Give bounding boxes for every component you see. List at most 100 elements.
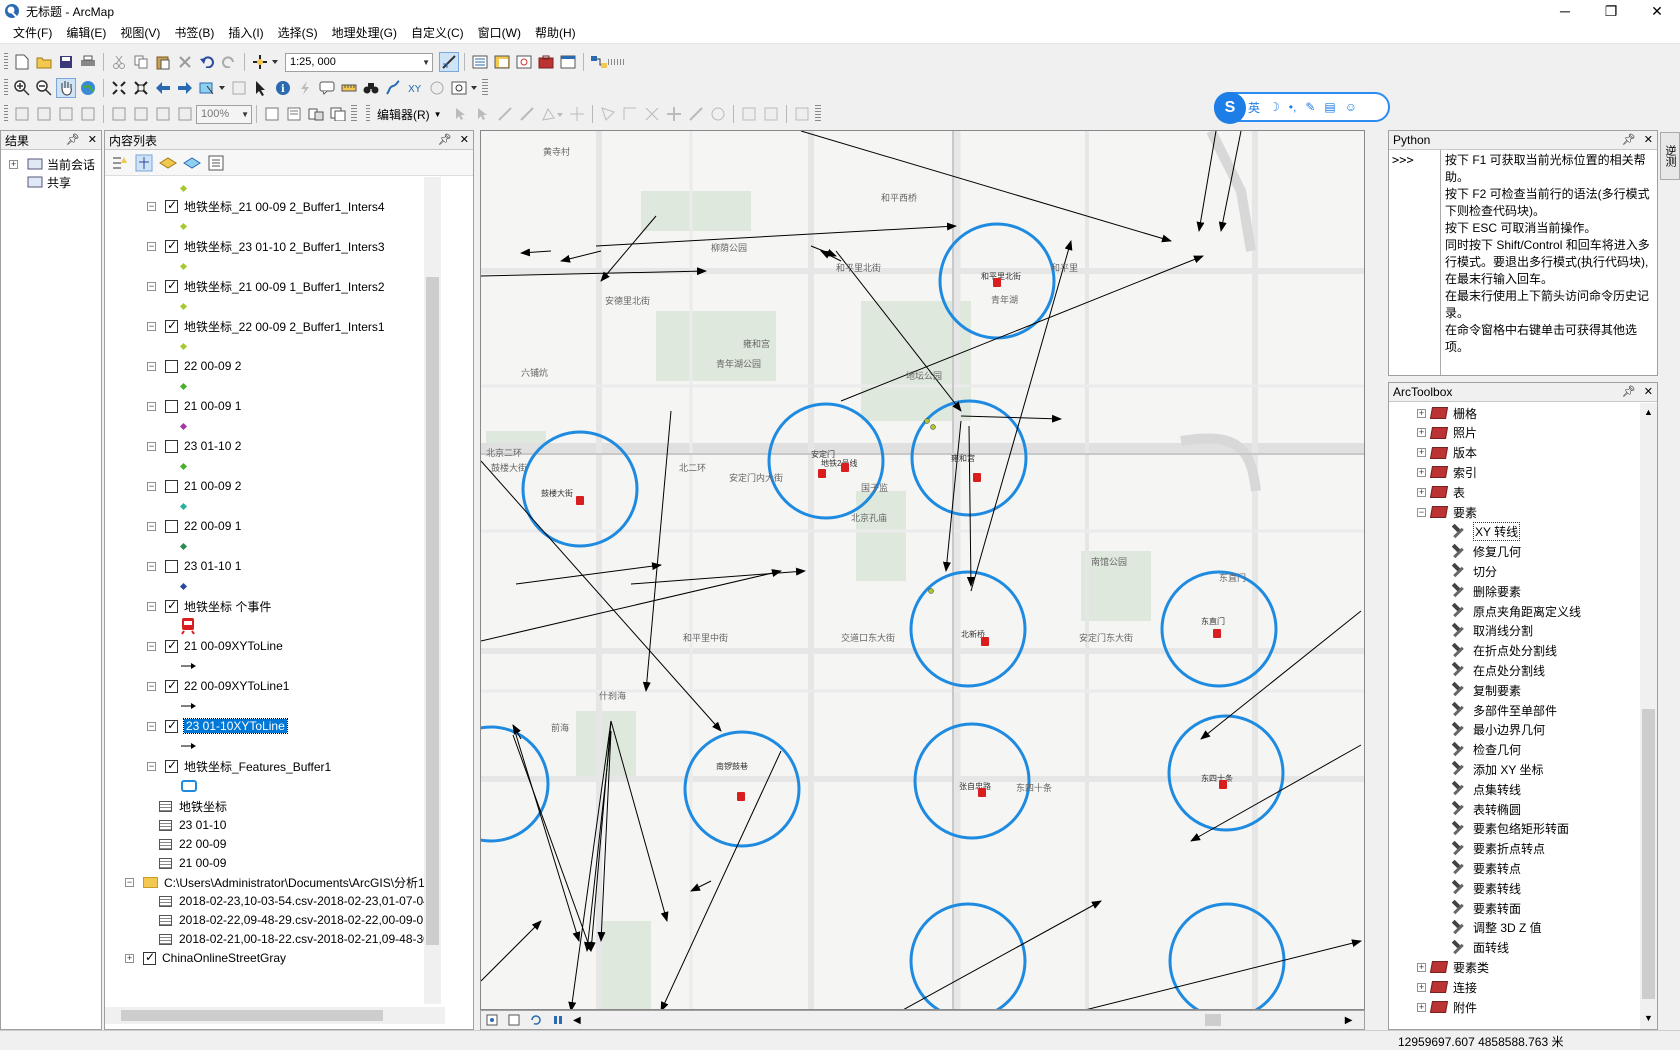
toolbar-overflow-icon-3[interactable] — [351, 105, 357, 123]
subway-station-icon[interactable] — [973, 473, 981, 482]
tool-item[interactable]: 复制要素 — [1451, 680, 1521, 700]
subway-station-icon[interactable] — [1213, 629, 1221, 638]
layer-symbol[interactable] — [181, 657, 197, 675]
arctoolbox-scrollbar[interactable]: ▲ ▼ — [1640, 403, 1657, 1029]
tool-item[interactable]: 切分 — [1451, 561, 1497, 581]
ime-language-mode[interactable]: 英 — [1248, 99, 1260, 116]
layer-symbol[interactable] — [179, 417, 188, 435]
collapse-icon[interactable]: − — [147, 281, 156, 291]
collapse-icon[interactable]: − — [147, 201, 156, 211]
pin-icon[interactable]: 📌︎ — [438, 133, 452, 146]
arctoolbox-scroll-thumb[interactable] — [1642, 709, 1655, 999]
toggle-draft-icon[interactable] — [262, 104, 282, 124]
layer-name[interactable]: 地铁坐标 个事件 — [184, 598, 271, 615]
copy-icon[interactable] — [131, 52, 151, 72]
ime-floating-bar[interactable]: S 英 ☽ •, ✎ ▤ ☺ — [1214, 92, 1390, 124]
tool-label[interactable]: 添加 XY 坐标 — [1473, 761, 1543, 778]
menu-edit[interactable]: 编辑(E) — [59, 22, 113, 43]
layer-visibility-checkbox[interactable] — [165, 678, 178, 693]
expand-icon[interactable]: + — [1417, 448, 1426, 458]
layer-visibility-checkbox[interactable] — [165, 439, 178, 453]
tool-item[interactable]: 要素折点转点 — [1451, 839, 1545, 859]
back-arrow-icon[interactable] — [153, 78, 173, 98]
layer-name[interactable]: 23 01-10XYToLine — [183, 718, 288, 734]
layer-symbol[interactable] — [181, 777, 197, 795]
tool-item[interactable]: 在折点处分割线 — [1451, 641, 1557, 661]
options-icon[interactable] — [207, 154, 225, 172]
layer-symbol[interactable] — [179, 297, 188, 315]
edit-vertices-icon[interactable] — [598, 104, 618, 124]
fixed-zoom-in-icon[interactable] — [109, 78, 129, 98]
expand-icon[interactable]: + — [1417, 408, 1426, 418]
toc-layer[interactable]: − 地铁坐标_Features_Buffer1 — [147, 757, 331, 775]
create-features-icon[interactable] — [761, 104, 781, 124]
clear-selection-icon[interactable] — [229, 78, 249, 98]
layer-symbol[interactable] — [181, 737, 197, 755]
tool-item[interactable]: 要素包络矩形转面 — [1451, 819, 1569, 839]
undo-icon[interactable] — [197, 52, 217, 72]
tool-label[interactable]: 在折点处分割线 — [1473, 642, 1557, 659]
python-window-icon[interactable] — [558, 52, 578, 72]
sketch-properties-icon[interactable] — [739, 104, 759, 124]
layer-visibility-checkbox[interactable] — [165, 359, 178, 373]
toolbar-overflow-icon[interactable] — [606, 59, 624, 65]
tool-label[interactable]: 多部件至单部件 — [1473, 702, 1557, 719]
expand-icon[interactable]: + — [1417, 962, 1426, 972]
toc-basemap-layer[interactable]: + ChinaOnlineStreetGray — [125, 949, 286, 967]
expand-icon[interactable]: + — [1417, 982, 1426, 992]
toc-layer[interactable]: − 23 01-10 1 — [147, 557, 241, 575]
emoji-icon[interactable]: ☺ — [1345, 100, 1357, 114]
table-name[interactable]: 地铁坐标 — [179, 798, 227, 815]
toolset-label[interactable]: 要素 — [1453, 504, 1477, 521]
toc-layer[interactable]: − 21 00-09 1 — [147, 397, 241, 415]
tool-item[interactable]: 在点处分割线 — [1451, 660, 1545, 680]
layout-zoom-in-icon[interactable] — [12, 104, 32, 124]
expand-icon[interactable]: + — [1417, 487, 1426, 497]
menu-selection[interactable]: 选择(S) — [271, 22, 325, 43]
menu-bookmarks[interactable]: 书签(B) — [167, 22, 221, 43]
close-panel-icon[interactable]: ✕ — [88, 133, 97, 146]
new-document-icon[interactable] — [12, 52, 32, 72]
toolbox-item[interactable]: + 连接 — [1417, 977, 1477, 997]
snap-icon[interactable] — [567, 104, 587, 124]
expand-icon[interactable]: + — [1417, 428, 1426, 438]
menu-customize[interactable]: 自定义(C) — [404, 22, 471, 43]
collapse-icon[interactable]: − — [147, 241, 156, 251]
collapse-icon[interactable]: − — [147, 441, 156, 451]
tool-item[interactable]: 原点夹角距离定义线 — [1451, 601, 1581, 621]
layer-symbol[interactable] — [179, 377, 188, 395]
toolbox-item[interactable]: + 表 — [1417, 482, 1465, 502]
split-icon[interactable] — [664, 104, 684, 124]
subway-station-icon[interactable] — [1219, 780, 1227, 789]
next-extent-icon[interactable] — [175, 104, 195, 124]
toc-table[interactable]: 地铁坐标 — [159, 797, 227, 815]
zoom-in-icon[interactable] — [12, 78, 32, 98]
toc-layer[interactable]: − 地铁坐标_23 01-10 2_Buffer1_Inters3 — [147, 237, 385, 255]
edit-annotation-icon[interactable] — [473, 104, 493, 124]
layer-symbol[interactable] — [179, 337, 188, 355]
collapse-icon[interactable]: − — [125, 877, 134, 887]
toolset-label[interactable]: 照片 — [1453, 424, 1477, 441]
go-to-xy-icon[interactable]: XY — [405, 78, 425, 98]
close-panel-icon[interactable]: ✕ — [1644, 133, 1653, 146]
tool-item[interactable]: 点集转线 — [1451, 779, 1521, 799]
tool-label[interactable]: 要素包络矩形转面 — [1473, 820, 1569, 837]
layer-name[interactable]: 地铁坐标_22 00-09 2_Buffer1_Inters1 — [184, 318, 385, 335]
tool-item[interactable]: 添加 XY 坐标 — [1451, 759, 1543, 779]
tool-item[interactable]: 最小边界几何 — [1451, 720, 1545, 740]
collapse-icon[interactable]: − — [147, 681, 156, 691]
toolbar-overflow-icon-4[interactable] — [814, 105, 821, 123]
pin-icon[interactable]: 📌︎ — [1622, 385, 1636, 398]
subway-station-icon[interactable] — [978, 788, 986, 797]
layer-name[interactable]: 地铁坐标_Features_Buffer1 — [184, 758, 331, 775]
collapse-icon[interactable]: − — [147, 361, 156, 371]
tool-label[interactable]: 切分 — [1473, 563, 1497, 580]
toc-layer[interactable]: − 22 00-09XYToLine1 — [147, 677, 289, 695]
table-name[interactable]: 21 00-09 — [179, 856, 226, 870]
toolbar-overflow-icon-2[interactable] — [482, 79, 488, 97]
tool-item[interactable]: 检查几何 — [1451, 740, 1521, 760]
layer-name[interactable]: 23 01-10 1 — [184, 559, 241, 573]
layer-name[interactable]: 22 00-09XYToLine1 — [184, 679, 289, 693]
layer-name[interactable]: 21 00-09 1 — [184, 399, 241, 413]
scroll-right-icon[interactable]: ▶ — [1345, 1015, 1353, 1026]
